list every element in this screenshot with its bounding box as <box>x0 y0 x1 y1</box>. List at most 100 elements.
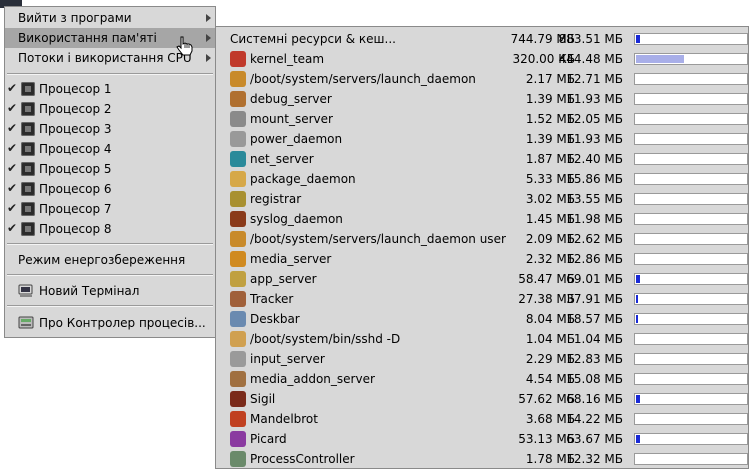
process-name: Deskbar <box>250 312 300 326</box>
memory-row[interactable]: package_daemon 5.33 МБ 15.86 МБ <box>216 169 748 189</box>
memory-row[interactable]: registrar 3.02 МБ 13.55 МБ <box>216 189 748 209</box>
memory-usage-bar <box>634 233 748 245</box>
total-memory: 63.67 МБ <box>566 432 623 446</box>
menu-item-processor-3[interactable]: ✔ Процесор 3 <box>5 119 215 139</box>
cpu-icon <box>21 202 35 216</box>
memory-usage-fill <box>636 55 684 63</box>
media-server-icon <box>230 251 246 267</box>
memory-row[interactable]: debug_server 1.39 МБ 11.93 МБ <box>216 89 748 109</box>
memory-row[interactable]: ProcessController 1.78 МБ 12.32 МБ <box>216 449 748 469</box>
total-memory: 15.86 МБ <box>566 172 623 186</box>
mandelbrot-icon <box>230 411 246 427</box>
memory-usage-bar <box>634 373 748 385</box>
menu-item-label: Використання пам'яті <box>18 31 157 45</box>
process-name: power_daemon <box>250 132 343 146</box>
launch-daemon-icon <box>230 231 246 247</box>
memory-usage-bar <box>634 93 748 105</box>
memory-row[interactable]: media_server 2.32 МБ 12.86 МБ <box>216 249 748 269</box>
menu-item-label: Вийти з програми <box>18 11 132 25</box>
picard-icon <box>230 431 246 447</box>
menu-item-power-saving[interactable]: Режим енергозбереження <box>5 250 215 270</box>
total-memory: 11.93 МБ <box>566 92 623 106</box>
process-name: media_server <box>250 252 332 266</box>
memory-row[interactable]: Picard 53.13 МБ 63.67 МБ <box>216 429 748 449</box>
menu-item-processor-4[interactable]: ✔ Процесор 4 <box>5 139 215 159</box>
memory-usage-bar <box>634 393 748 405</box>
process-name: package_daemon <box>250 172 356 186</box>
memory-row[interactable]: syslog_daemon 1.45 МБ 11.98 МБ <box>216 209 748 229</box>
memory-row[interactable]: power_daemon 1.39 МБ 11.93 МБ <box>216 129 748 149</box>
menu-item-label: Процесор 5 <box>39 162 112 176</box>
memory-row[interactable]: Mandelbrot 3.68 МБ 14.22 МБ <box>216 409 748 429</box>
memory-usage-bar <box>634 173 748 185</box>
memory-usage-fill <box>636 435 640 443</box>
total-memory: 444.48 МБ <box>558 52 623 66</box>
menu-item-processor-1[interactable]: ✔ Процесор 1 <box>5 79 215 99</box>
menu-item-label: Новий Термінал <box>39 284 140 298</box>
memory-usage-bar <box>634 313 748 325</box>
total-memory: 69.01 МБ <box>566 272 623 286</box>
menu-item-processor-7[interactable]: ✔ Процесор 7 <box>5 199 215 219</box>
total-memory: 12.32 МБ <box>566 452 623 466</box>
memory-row[interactable]: mount_server 1.52 МБ 12.05 МБ <box>216 109 748 129</box>
menu-separator <box>7 73 213 75</box>
memory-row[interactable]: input_server 2.29 МБ 12.83 МБ <box>216 349 748 369</box>
input-server-icon <box>230 351 246 367</box>
total-memory: 68.16 МБ <box>566 392 623 406</box>
kernel-icon <box>230 51 246 67</box>
memory-row[interactable]: /boot/system/servers/launch_daemon 2.17 М… <box>216 69 748 89</box>
memory-row[interactable]: media_addon_server 4.54 МБ 15.08 МБ <box>216 369 748 389</box>
media-addon-server-icon <box>230 371 246 387</box>
check-icon: ✔ <box>7 141 18 155</box>
process-name: debug_server <box>250 92 332 106</box>
menu-item-quit-application[interactable]: Вийти з програми <box>5 8 215 28</box>
used-memory: 1.04 МБ <box>525 332 575 346</box>
memory-usage-fill <box>636 295 638 303</box>
memory-row[interactable]: Deskbar 8.04 МБ 18.57 МБ <box>216 309 748 329</box>
process-name: Tracker <box>250 292 294 306</box>
memory-usage-fill <box>636 315 638 323</box>
menu-item-about[interactable]: Про Контролер процесів... <box>5 313 215 333</box>
menu-item-processor-2[interactable]: ✔ Процесор 2 <box>5 99 215 119</box>
tracker-icon <box>230 291 246 307</box>
menu-item-label: Про Контролер процесів... <box>39 316 206 330</box>
memory-row[interactable]: /boot/system/bin/sshd -D 1.04 МБ 1.04 МБ <box>216 329 748 349</box>
menu-separator <box>7 305 213 307</box>
mount-server-icon <box>230 111 246 127</box>
total-memory: 12.05 МБ <box>566 112 623 126</box>
total-memory: 12.86 МБ <box>566 252 623 266</box>
menu-item-label: Процесор 8 <box>39 222 112 236</box>
memory-usage-submenu: Системні ресурси & кеш... 744.79 МБ 883.51… <box>215 26 749 469</box>
memory-row[interactable]: /boot/system/servers/launch_daemon user 2… <box>216 229 748 249</box>
memory-row[interactable]: app_server 58.47 МБ 69.01 МБ <box>216 269 748 289</box>
menu-item-new-terminal[interactable]: Новий Термінал <box>5 281 215 301</box>
menu-item-label: Потоки і використання CPU <box>18 51 192 65</box>
process-name: net_server <box>250 152 314 166</box>
sigil-icon <box>230 391 246 407</box>
memory-usage-fill <box>636 275 640 283</box>
menu-item-label: Процесор 3 <box>39 122 112 136</box>
total-memory: 14.22 МБ <box>566 412 623 426</box>
memory-row[interactable]: kernel_team 320.00 КБ 444.48 МБ <box>216 49 748 69</box>
memory-usage-fill <box>636 35 640 43</box>
process-name: /boot/system/servers/launch_daemon user <box>250 232 506 246</box>
memory-usage-bar <box>634 193 748 205</box>
menu-item-processor-8[interactable]: ✔ Процесор 8 <box>5 219 215 239</box>
total-memory: 13.55 МБ <box>566 192 623 206</box>
memory-usage-bar <box>634 273 748 285</box>
total-memory: 1.04 МБ <box>573 332 623 346</box>
memory-row[interactable]: Tracker 27.38 МБ 37.91 МБ <box>216 289 748 309</box>
memory-row[interactable]: net_server 1.87 МБ 12.40 МБ <box>216 149 748 169</box>
sshd-icon <box>230 331 246 347</box>
memory-row[interactable]: Sigil 57.62 МБ 68.16 МБ <box>216 389 748 409</box>
cpu-icon <box>21 222 35 236</box>
total-memory: 12.71 МБ <box>566 72 623 86</box>
memory-usage-bar <box>634 133 748 145</box>
menu-item-processor-5[interactable]: ✔ Процесор 5 <box>5 159 215 179</box>
menu-item-processor-6[interactable]: ✔ Процесор 6 <box>5 179 215 199</box>
memory-usage-bar <box>634 413 748 425</box>
memory-row[interactable]: Системні ресурси & кеш... 744.79 МБ 883.51… <box>216 29 748 49</box>
memory-usage-bar <box>634 333 748 345</box>
total-memory: 12.40 МБ <box>566 152 623 166</box>
submenu-arrow-icon <box>206 14 211 22</box>
